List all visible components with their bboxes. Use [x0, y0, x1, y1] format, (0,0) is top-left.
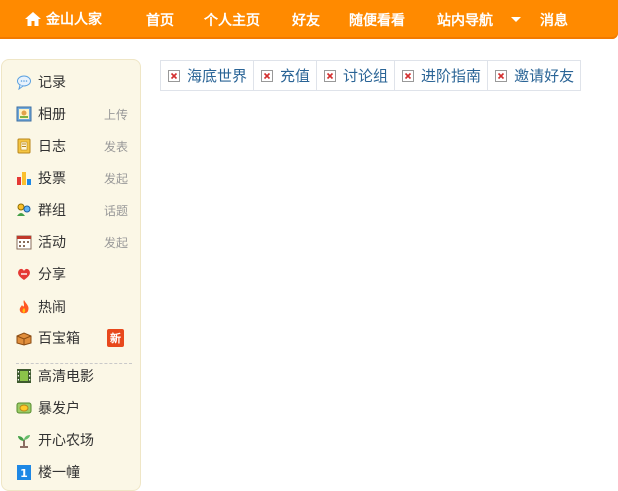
group-icon: [17, 203, 31, 216]
broken-image-icon: [495, 69, 508, 82]
app-tab-bar: 海底世界 充值 讨论组 进阶指南 邀请好友: [160, 60, 582, 91]
svg-text:1: 1: [20, 467, 28, 480]
sidebar-item-label: 投票: [38, 171, 66, 187]
sprout-icon: [18, 435, 30, 448]
sidebar-item-toolbox[interactable]: 百宝箱 新: [16, 327, 136, 349]
sidebar-item-label: 活动: [38, 235, 66, 251]
sidebar-item-label: 相册: [38, 107, 66, 123]
sidebar-app-label: 高清电影: [38, 369, 94, 385]
heart-share-icon: [18, 268, 30, 280]
sidebar-app-happy-farm[interactable]: 开心农场: [16, 429, 136, 451]
sidebar-item-label: 群组: [38, 203, 66, 219]
nav-friends[interactable]: 好友: [292, 10, 320, 30]
nav-messages[interactable]: 消息: [540, 10, 568, 30]
nav-site-navigation[interactable]: 站内导航: [437, 10, 493, 30]
notebook-icon: [17, 138, 31, 154]
fire-icon: [19, 300, 29, 314]
start-event-link[interactable]: 发起: [104, 234, 128, 251]
film-icon: [17, 369, 31, 383]
broken-image-icon: [324, 69, 337, 82]
money-icon: [16, 402, 32, 414]
sidebar-item-label: 记录: [38, 75, 66, 91]
sidebar-item-diary[interactable]: 日志 发表: [16, 135, 136, 157]
broken-image-icon: [261, 69, 274, 82]
tab-label: 邀请好友: [514, 67, 575, 85]
nav-profile[interactable]: 个人主页: [204, 10, 260, 30]
brand-link[interactable]: 金山人家: [24, 9, 102, 29]
sidebar-app-label: 楼一幢: [38, 465, 80, 481]
tab-advanced-guide[interactable]: 进阶指南: [395, 61, 489, 90]
tab-ocean-world[interactable]: 海底世界: [161, 61, 255, 90]
sidebar-app-label: 暴发户: [38, 401, 80, 417]
sidebar-item-label: 百宝箱: [38, 331, 80, 347]
bar-chart-icon: [17, 172, 31, 185]
new-badge: 新: [107, 329, 124, 347]
broken-image-icon: [402, 69, 415, 82]
tab-label: 讨论组: [343, 67, 389, 85]
calendar-icon: [16, 235, 32, 250]
tab-label: 海底世界: [187, 67, 248, 85]
sidebar-item-events[interactable]: 活动 发起: [16, 231, 136, 253]
sidebar-item-label: 日志: [38, 139, 66, 155]
topic-link[interactable]: 话题: [104, 202, 128, 219]
tab-label: 充值: [280, 67, 311, 85]
treasure-box-icon: [16, 332, 32, 346]
sidebar-app-label: 开心农场: [38, 433, 94, 449]
sidebar-app-building[interactable]: 1 楼一幢: [16, 461, 136, 483]
sidebar-item-album[interactable]: 相册 上传: [16, 103, 136, 125]
sidebar-app-tycoon[interactable]: 暴发户: [16, 397, 136, 419]
sidebar-item-label: 热闹: [38, 300, 66, 316]
sidebar-item-trending[interactable]: 热闹: [16, 296, 136, 318]
chevron-down-icon[interactable]: [511, 17, 521, 22]
tab-recharge[interactable]: 充值: [254, 61, 318, 90]
sidebar-item-poll[interactable]: 投票 发起: [16, 167, 136, 189]
nav-home[interactable]: 首页: [146, 10, 174, 30]
sidebar-divider: [16, 363, 132, 364]
tab-discussion-group[interactable]: 讨论组: [317, 61, 396, 90]
tab-invite-friends[interactable]: 邀请好友: [488, 61, 580, 90]
start-poll-link[interactable]: 发起: [104, 170, 128, 187]
broken-image-icon: [168, 69, 180, 82]
sidebar: 记录 相册 上传 日志 发表 投票 发起 群组 话题 活动 发起 分享 热闹 百…: [1, 59, 141, 491]
publish-link[interactable]: 发表: [104, 138, 128, 155]
top-navigation-bar: 金山人家 首页 个人主页 好友 随便看看 站内导航 消息: [0, 0, 618, 39]
sidebar-app-hd-movies[interactable]: 高清电影: [16, 365, 136, 387]
sidebar-item-records[interactable]: 记录: [16, 71, 136, 93]
tab-label: 进阶指南: [421, 67, 482, 85]
upload-link[interactable]: 上传: [104, 106, 128, 123]
sidebar-item-label: 分享: [38, 267, 66, 283]
sidebar-item-groups[interactable]: 群组 话题: [16, 199, 136, 221]
speech-bubble-icon: [17, 75, 31, 90]
sidebar-item-share[interactable]: 分享: [16, 263, 136, 285]
home-icon: [25, 12, 41, 26]
photo-album-icon: [16, 106, 32, 122]
nav-browse[interactable]: 随便看看: [349, 10, 405, 30]
brand-name: 金山人家: [46, 12, 102, 28]
